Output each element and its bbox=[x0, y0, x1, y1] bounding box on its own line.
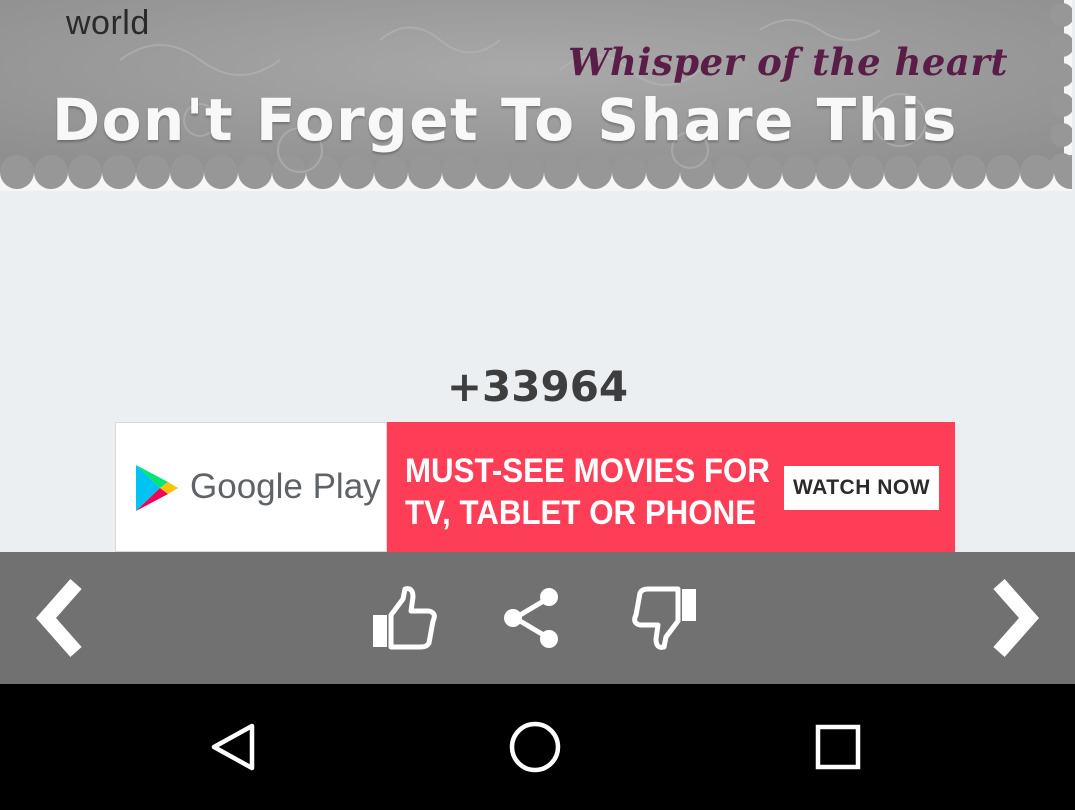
google-play-icon bbox=[136, 465, 178, 511]
chevron-right-icon bbox=[993, 579, 1040, 657]
dislike-button[interactable] bbox=[625, 552, 707, 684]
home-circle-icon bbox=[509, 721, 561, 773]
system-nav-bar bbox=[0, 684, 1075, 810]
quote-title: Whisper of the heart bbox=[567, 40, 1008, 84]
action-toolbar bbox=[0, 552, 1075, 684]
system-back-button[interactable] bbox=[163, 684, 303, 810]
ad-banner[interactable]: Google Play MUST-SEE MOVIES FOR TV, TABL… bbox=[115, 422, 955, 552]
app-screen: world Whisper of the heart Don't Forget … bbox=[0, 0, 1075, 810]
likes-count: +33964 bbox=[446, 362, 629, 411]
ad-headline-line2: TV, TABLET OR PHONE bbox=[405, 494, 757, 532]
quote-share-text: Don't Forget To Share This bbox=[52, 86, 958, 154]
quote-caption: world bbox=[66, 4, 150, 42]
back-triangle-icon bbox=[211, 723, 255, 771]
ad-headline: MUST-SEE MOVIES FOR TV, TABLET OR PHONE bbox=[405, 450, 770, 534]
system-recents-button[interactable] bbox=[768, 684, 908, 810]
ad-brand-name: Google Play bbox=[190, 467, 381, 506]
ad-headline-line1: MUST-SEE MOVIES FOR bbox=[405, 452, 770, 490]
share-icon bbox=[504, 588, 558, 648]
system-home-button[interactable] bbox=[465, 684, 605, 810]
previous-button[interactable] bbox=[20, 552, 100, 684]
share-button[interactable] bbox=[492, 552, 572, 684]
thumbs-down-icon bbox=[632, 586, 696, 650]
chevron-left-icon bbox=[35, 579, 82, 657]
recents-square-icon bbox=[815, 724, 861, 770]
watch-now-button[interactable]: WATCH NOW bbox=[784, 466, 939, 510]
next-button[interactable] bbox=[975, 552, 1055, 684]
quote-image[interactable]: world Whisper of the heart Don't Forget … bbox=[0, 0, 1072, 191]
thumbs-up-icon bbox=[373, 586, 437, 650]
ad-brand-panel: Google Play bbox=[115, 422, 387, 552]
like-button[interactable] bbox=[362, 552, 444, 684]
